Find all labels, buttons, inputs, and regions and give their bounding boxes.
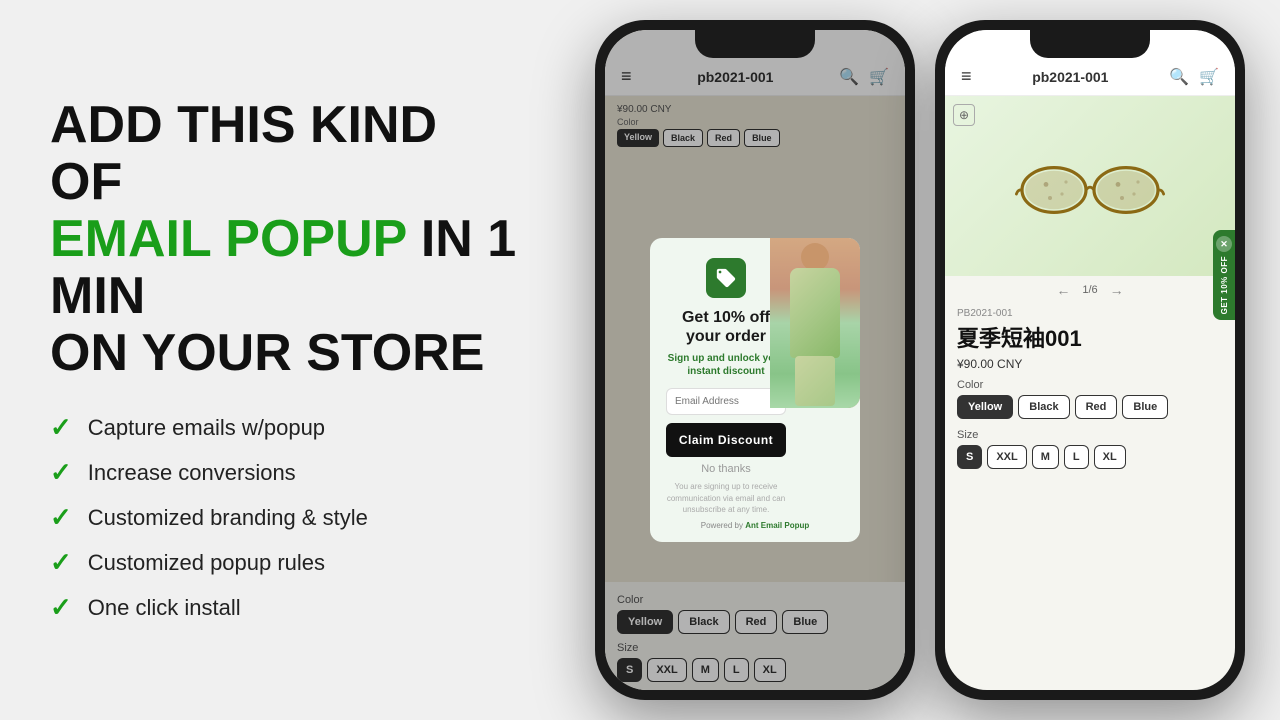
popup-disclaimer: You are signing up to receive communicat… <box>666 481 786 515</box>
phone-1-screen: ≡ pb2021-001 🔍 🛒 ¥90.00 CNY Color Yellow… <box>605 30 905 690</box>
size-xl-2[interactable]: XL <box>1094 445 1126 469</box>
checkmark-icon: ✓ <box>50 547 72 578</box>
feature-item: ✓ Increase conversions <box>50 457 520 488</box>
color-buttons-2: Yellow Black Red Blue <box>957 395 1223 419</box>
popup-content-left: Get 10% off your order Sign up and unloc… <box>666 258 786 515</box>
image-counter: 1/6 <box>1082 284 1097 296</box>
model-figure <box>770 238 860 408</box>
phone-2-screen: ≡ pb2021-001 🔍 🛒 ⊕ <box>945 30 1235 690</box>
checkmark-icon: ✓ <box>50 592 72 623</box>
feature-list: ✓ Capture emails w/popup ✓ Increase conv… <box>50 412 520 623</box>
tag-icon <box>706 258 746 298</box>
header-icons-2: 🔍 🛒 <box>1169 67 1219 87</box>
headline-line3: ON YOUR STORE <box>50 325 520 382</box>
product-price: ¥90.00 CNY <box>945 355 1235 373</box>
popup-cta-button[interactable]: Claim Discount <box>666 423 786 457</box>
phone-2: ≡ pb2021-001 🔍 🛒 ⊕ <box>935 20 1245 700</box>
headline: ADD THIS KIND OF EMAIL POPUP IN 1 MIN ON… <box>50 97 520 383</box>
phone-1: ≡ pb2021-001 🔍 🛒 ¥90.00 CNY Color Yellow… <box>595 20 915 700</box>
product-sku: PB2021-001 <box>945 308 1235 319</box>
popup-overlay: ✕ <box>605 30 905 690</box>
size-buttons-2: S XXL M L XL <box>957 445 1223 469</box>
phone-1-notch <box>695 30 815 58</box>
feature-item: ✓ Customized branding & style <box>50 502 520 533</box>
feature-text: One click install <box>88 595 241 621</box>
size-section-2: Size S XXL M L XL <box>945 425 1235 473</box>
color-blue-2[interactable]: Blue <box>1122 395 1168 419</box>
popup-card: ✕ <box>650 238 860 542</box>
feature-text: Customized popup rules <box>88 550 325 576</box>
phone-2-notch <box>1030 30 1150 58</box>
product-title: 夏季短袖001 <box>945 319 1235 355</box>
tab-text: GET 10% OFF <box>1220 256 1229 314</box>
glasses-image <box>1010 146 1170 226</box>
tab-close-icon[interactable]: ✕ <box>1216 236 1232 252</box>
size-s-2[interactable]: S <box>957 445 982 469</box>
feature-text: Capture emails w/popup <box>88 415 325 441</box>
prev-arrow[interactable]: ← <box>1056 282 1070 298</box>
ant-email-popup-link[interactable]: Ant Email Popup <box>745 521 809 530</box>
popup-subtext: Sign up and unlock your instant discount <box>666 352 786 378</box>
size-m-2[interactable]: M <box>1032 445 1059 469</box>
popup-heading: Get 10% off your order <box>666 308 786 346</box>
headline-line1: ADD THIS KIND OF <box>50 97 520 211</box>
popup-no-thanks[interactable]: No thanks <box>666 463 786 475</box>
cart-icon-2[interactable]: 🛒 <box>1199 67 1219 87</box>
zoom-icon[interactable]: ⊕ <box>953 104 975 126</box>
search-icon-2[interactable]: 🔍 <box>1169 67 1189 87</box>
phone-2-title: pb2021-001 <box>1032 69 1108 85</box>
feature-text: Increase conversions <box>88 460 296 486</box>
color-black-2[interactable]: Black <box>1018 395 1069 419</box>
popup-email-input[interactable] <box>666 388 786 415</box>
menu-icon-2[interactable]: ≡ <box>961 66 972 87</box>
color-red-2[interactable]: Red <box>1075 395 1118 419</box>
feature-item: ✓ Capture emails w/popup <box>50 412 520 443</box>
headline-line2: EMAIL POPUP IN 1 MIN <box>50 211 520 325</box>
popup-powered-by: Powered by Ant Email Popup <box>666 521 844 530</box>
get-discount-tab[interactable]: ✕ GET 10% OFF <box>1213 230 1235 320</box>
feature-text: Customized branding & style <box>88 505 368 531</box>
next-arrow[interactable]: → <box>1110 282 1124 298</box>
size-xxl-2[interactable]: XXL <box>987 445 1026 469</box>
headline-green: EMAIL POPUP <box>50 210 406 268</box>
right-panel: ≡ pb2021-001 🔍 🛒 ¥90.00 CNY Color Yellow… <box>560 0 1280 720</box>
color-section-2: Color Yellow Black Red Blue <box>945 373 1235 425</box>
checkmark-icon: ✓ <box>50 457 72 488</box>
product-image-area: ⊕ <box>945 96 1235 276</box>
checkmark-icon: ✓ <box>50 412 72 443</box>
product-nav: ← 1/6 → <box>945 276 1235 304</box>
checkmark-icon: ✓ <box>50 502 72 533</box>
feature-item: ✓ Customized popup rules <box>50 547 520 578</box>
feature-item: ✓ One click install <box>50 592 520 623</box>
left-panel: ADD THIS KIND OF EMAIL POPUP IN 1 MIN ON… <box>0 0 560 720</box>
popup-model-image <box>770 238 860 408</box>
size-l-2[interactable]: L <box>1064 445 1089 469</box>
color-yellow-2[interactable]: Yellow <box>957 395 1013 419</box>
